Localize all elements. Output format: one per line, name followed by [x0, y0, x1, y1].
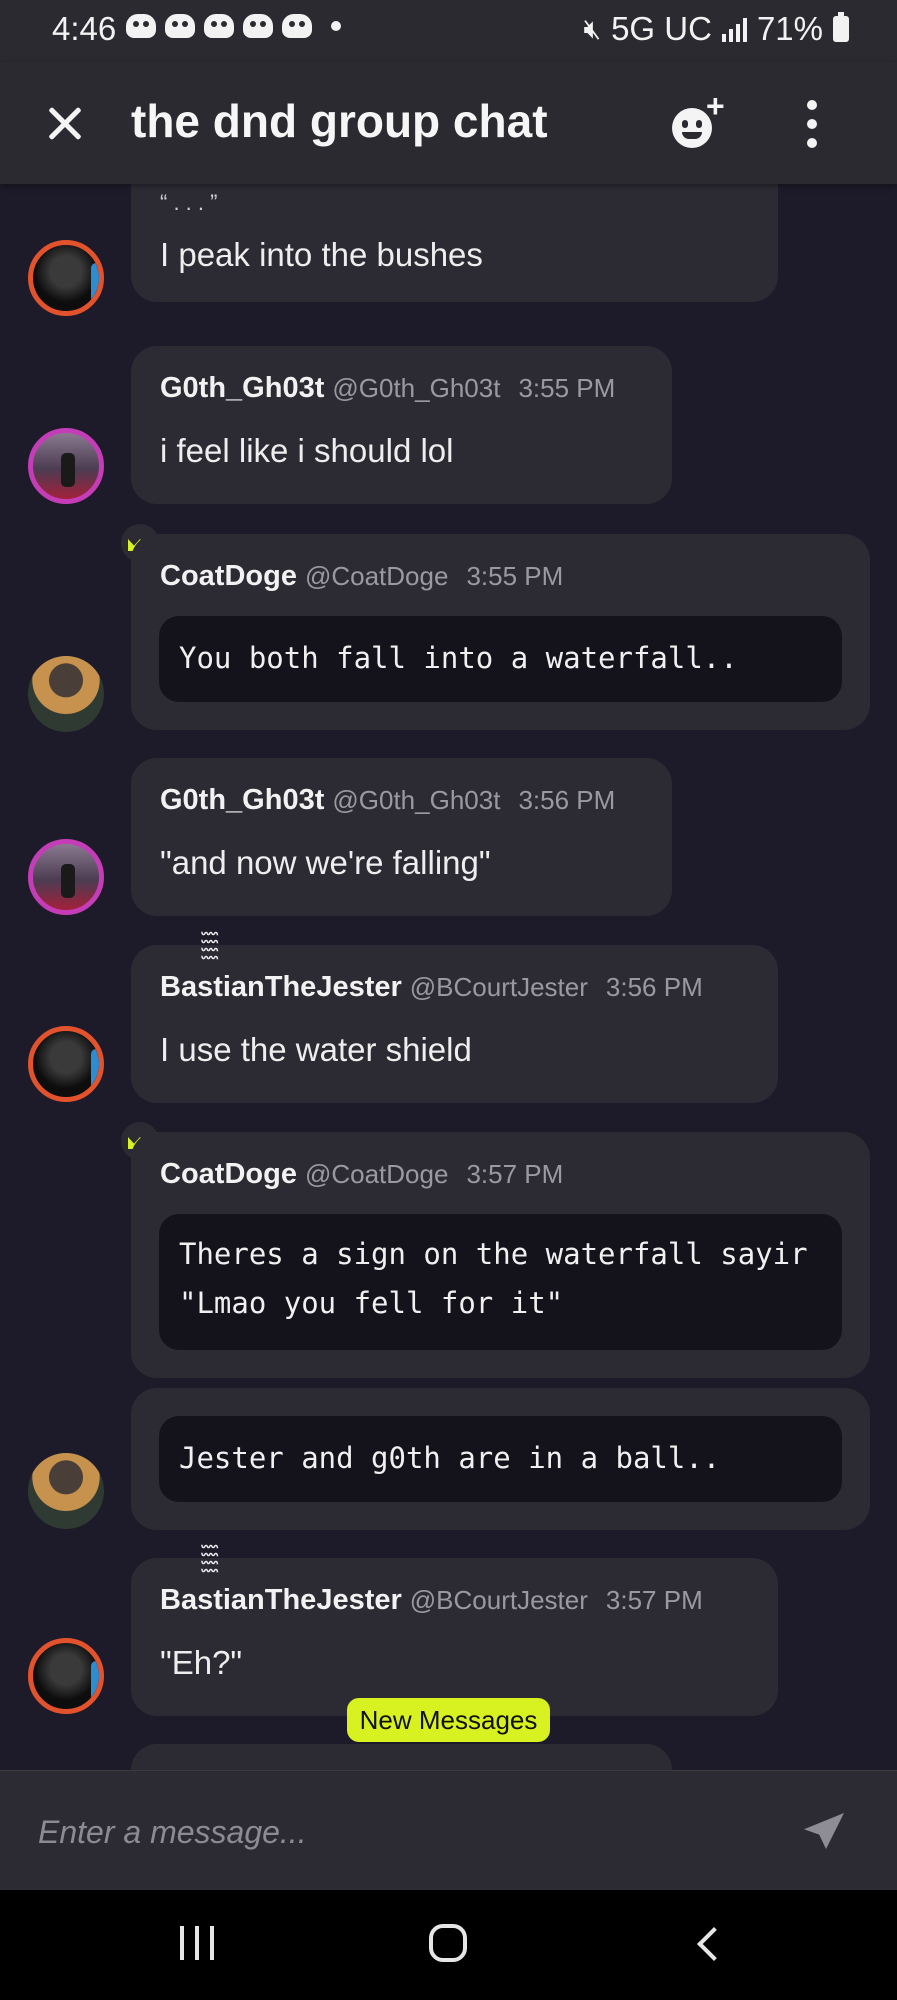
recents-button[interactable]: [180, 1926, 216, 1960]
dot-icon: [807, 138, 817, 148]
message-bubble[interactable]: Jester and g0th are in a ball..: [131, 1388, 870, 1530]
bar-icon: [195, 1926, 199, 1960]
back-button[interactable]: [692, 1926, 726, 1960]
chat-header: the dnd group chat +: [0, 62, 897, 184]
message-time: 3:57 PM: [466, 1159, 564, 1189]
author-handle: @CoatDoge: [304, 561, 449, 591]
message-bubble[interactable]: CoatDoge @CoatDoge 3:57 PM Theres a sign o…: [131, 1132, 870, 1378]
dot-icon: [807, 100, 817, 110]
author-handle: @BCourtJester: [409, 972, 588, 1002]
gamepad-icon: [204, 14, 234, 38]
gamepad-icon: [243, 14, 273, 38]
add-member-button[interactable]: +: [670, 88, 734, 156]
author-name[interactable]: G0th_Gh03t: [160, 784, 324, 816]
gamepad-icon: [165, 14, 195, 38]
author-name[interactable]: BastianTheJester: [160, 1544, 402, 1617]
message-bubble[interactable]: BastianTheJester@BCourtJester 3:57 PM "Eh…: [131, 1544, 778, 1716]
gamepad-icon: [126, 14, 156, 38]
author-handle: @G0th_Gh03t: [332, 373, 501, 403]
message-bubble[interactable]: G0th_Gh03t @G0th_Gh03t 3:56 PM "and now we…: [131, 758, 672, 916]
chat-title: the dnd group chat: [131, 95, 548, 147]
message-text: "and now we're falling": [160, 844, 491, 881]
notification-icons: [126, 14, 341, 38]
author-name[interactable]: CoatDoge: [160, 1158, 297, 1190]
message-meta: CoatDoge @CoatDoge 3:57 PM: [160, 1158, 563, 1191]
bar-icon: [210, 1926, 214, 1960]
message-list[interactable]: “ . . . ” I peak into the bushes G0th_Gh…: [0, 184, 897, 1770]
code-block: You both fall into a waterfall..: [159, 616, 842, 702]
message-meta: BastianTheJester@BCourtJester 3:56 PM: [160, 931, 703, 1004]
message-bubble[interactable]: CoatDoge @CoatDoge 3:55 PM You both fall i…: [131, 534, 870, 730]
avatar-goth[interactable]: [28, 839, 104, 915]
new-messages-button[interactable]: New Messages: [347, 1698, 550, 1742]
more-notifications-dot-icon: [331, 21, 341, 31]
message-time: 3:55 PM: [518, 373, 616, 403]
message-time: 3:55 PM: [466, 561, 564, 591]
signal-icon: [721, 16, 747, 42]
avatar-goth[interactable]: [28, 428, 104, 504]
author-handle: @CoatDoge: [304, 1159, 449, 1189]
message-meta: BastianTheJester@BCourtJester 3:57 PM: [160, 1544, 703, 1617]
message-text-fragment: “ . . . ”: [160, 190, 218, 215]
message-time: 3:57 PM: [605, 1585, 703, 1615]
message-meta: CoatDoge @CoatDoge 3:55 PM: [160, 560, 563, 593]
more-options-button[interactable]: [800, 100, 824, 148]
message-text: "Eh?": [160, 1644, 243, 1681]
send-button[interactable]: [800, 1807, 848, 1855]
system-nav-bar: [0, 1890, 897, 2000]
message-bubble[interactable]: G0th_Gh03t @G0th_Gh03t 3:55 PM i feel like…: [131, 346, 672, 504]
message-meta: G0th_Gh03t @G0th_Gh03t 3:56 PM: [160, 784, 615, 817]
close-button[interactable]: [40, 98, 90, 148]
author-handle: @G0th_Gh03t: [332, 785, 501, 815]
avatar-bastian[interactable]: [28, 1638, 104, 1714]
dot-icon: [807, 119, 817, 129]
avatar-bastian[interactable]: [28, 240, 104, 316]
message-bubble[interactable]: BastianTheJester@BCourtJester 3:56 PM I u…: [131, 931, 778, 1103]
message-text: I use the water shield: [160, 1031, 472, 1068]
message-time: 3:56 PM: [518, 785, 616, 815]
message-text: I peak into the bushes: [160, 236, 483, 273]
author-handle: @BCourtJester: [409, 1585, 588, 1615]
battery-percent: 71%: [756, 10, 823, 47]
mute-icon: 🔇︎: [583, 12, 602, 44]
bar-icon: [180, 1926, 184, 1960]
author-name[interactable]: BastianTheJester: [160, 931, 402, 1004]
home-button[interactable]: [429, 1924, 467, 1962]
message-bubble[interactable]: “ . . . ” I peak into the bushes: [131, 184, 778, 302]
gamepad-icon: [282, 14, 312, 38]
avatar-coatdoge[interactable]: [28, 1453, 104, 1529]
status-right: 🔇︎ 5G UC 71%: [583, 10, 849, 48]
code-block: Jester and g0th are in a ball..: [159, 1416, 842, 1502]
avatar-coatdoge[interactable]: [28, 656, 104, 732]
message-bubble-partial[interactable]: [131, 1744, 672, 1770]
author-name[interactable]: G0th_Gh03t: [160, 372, 324, 404]
message-composer: [0, 1770, 897, 1891]
message-time: 3:56 PM: [605, 972, 703, 1002]
status-time: 4:46: [52, 10, 117, 47]
code-block: Theres a sign on the waterfall sayir "Lm…: [159, 1214, 842, 1350]
network-label: 5G UC: [611, 10, 712, 47]
message-meta: G0th_Gh03t @G0th_Gh03t 3:55 PM: [160, 372, 615, 405]
battery-icon: [833, 12, 849, 42]
message-input[interactable]: [36, 1801, 760, 1863]
avatar-bastian[interactable]: [28, 1026, 104, 1102]
author-name[interactable]: CoatDoge: [160, 560, 297, 592]
message-text: i feel like i should lol: [160, 432, 454, 469]
status-bar: 4:46 🔇︎ 5G UC 71%: [0, 0, 897, 62]
plus-icon: +: [706, 88, 725, 124]
